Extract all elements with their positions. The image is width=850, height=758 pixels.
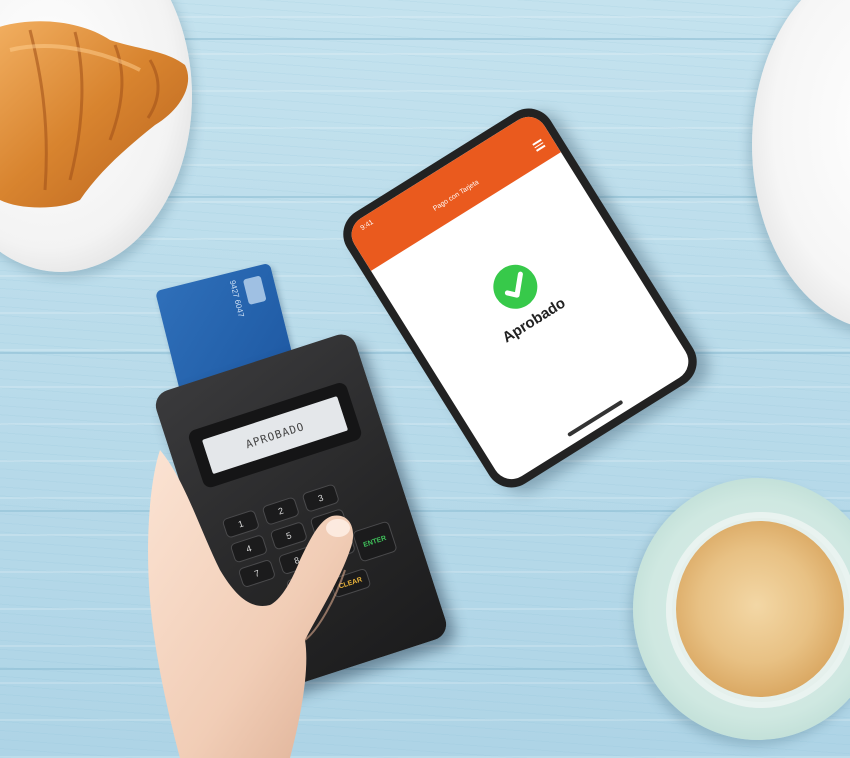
card-chip-icon (242, 275, 267, 305)
phone-app-header: 9:41 Pago con Tarjeta (344, 109, 561, 271)
plate-right (752, 0, 850, 330)
home-indicator (567, 399, 624, 438)
phone-screen: 9:41 Pago con Tarjeta Aprobado (344, 109, 696, 487)
smartphone: 9:41 Pago con Tarjeta Aprobado (333, 98, 707, 498)
coffee-foam (676, 521, 844, 697)
phone-app-title: Pago con Tarjeta (432, 178, 481, 213)
hand-image (148, 450, 354, 758)
approved-label: Aprobado (499, 294, 569, 347)
croissant-image (0, 21, 189, 208)
photo-scene: 9:41 Pago con Tarjeta Aprobado 9427 6047… (0, 0, 850, 758)
phone-status-time: 9:41 (359, 218, 375, 233)
